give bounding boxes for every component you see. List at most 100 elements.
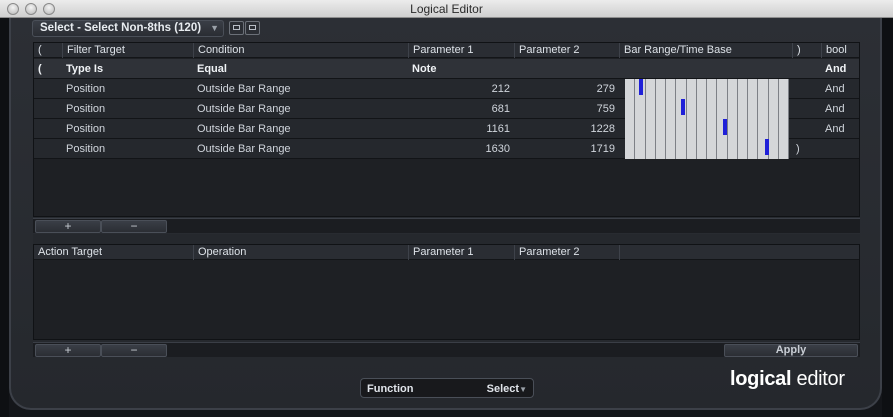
filter-target[interactable]: Position xyxy=(62,99,193,119)
filter-parameter-2[interactable]: 1228 xyxy=(514,119,619,139)
filter-open-paren[interactable] xyxy=(34,119,62,139)
bar-range-cell[interactable] xyxy=(717,79,728,99)
bar-range-cell[interactable] xyxy=(768,119,779,139)
col-parameter-2[interactable]: Parameter 2 xyxy=(514,43,619,58)
bar-range-cell[interactable] xyxy=(666,79,677,99)
bar-range-cell[interactable] xyxy=(635,139,646,159)
filter-parameter-1[interactable]: 1630 xyxy=(408,139,514,159)
bar-range-cell[interactable] xyxy=(707,99,718,119)
bar-range-cell[interactable] xyxy=(635,99,646,119)
filter-parameter-2[interactable] xyxy=(514,59,619,79)
filter-target[interactable]: Type Is xyxy=(62,59,193,79)
bar-range-cell[interactable] xyxy=(696,139,707,159)
bar-range-cell[interactable] xyxy=(686,139,697,159)
bar-range-cell[interactable] xyxy=(748,79,759,99)
bar-range-cell[interactable] xyxy=(737,119,748,139)
bar-range-cell[interactable] xyxy=(645,99,656,119)
bar-range-selection[interactable] xyxy=(639,79,643,95)
col-action-target[interactable]: Action Target xyxy=(34,245,193,260)
col-operation[interactable]: Operation xyxy=(193,245,408,260)
bar-range-selection[interactable] xyxy=(681,99,685,115)
filter-close-paren[interactable] xyxy=(792,99,821,119)
filter-row[interactable]: Position Outside Bar Range 1161 1228 And xyxy=(34,119,859,139)
filter-open-paren[interactable] xyxy=(34,139,62,159)
remove-preset-button[interactable] xyxy=(245,21,260,35)
col-action-parameter-2[interactable]: Parameter 2 xyxy=(514,245,619,260)
bar-range-cell[interactable] xyxy=(778,99,789,119)
filter-row[interactable]: Position Outside Bar Range 212 279 And xyxy=(34,79,859,99)
bar-range-cell[interactable] xyxy=(727,119,738,139)
filter-bool[interactable]: And xyxy=(821,119,861,139)
bar-range-selection[interactable] xyxy=(723,119,727,135)
bar-range-editor[interactable] xyxy=(621,139,789,159)
bar-range-cell[interactable] xyxy=(696,99,707,119)
bar-range-cell[interactable] xyxy=(727,99,738,119)
bar-range-selection[interactable] xyxy=(765,139,769,155)
bar-range-cell[interactable] xyxy=(778,79,789,99)
col-condition[interactable]: Condition xyxy=(193,43,408,58)
bar-range-editor[interactable] xyxy=(621,79,789,99)
remove-action-button[interactable]: − xyxy=(101,344,167,357)
filter-parameter-1[interactable]: 1161 xyxy=(408,119,514,139)
bar-range-cell[interactable] xyxy=(676,139,687,159)
bar-range-cell[interactable] xyxy=(778,139,789,159)
bar-range-cell[interactable] xyxy=(686,79,697,99)
bar-range-cell[interactable] xyxy=(645,119,656,139)
bar-range-cell[interactable] xyxy=(666,119,677,139)
filter-open-paren[interactable] xyxy=(34,79,62,99)
bar-range-editor[interactable] xyxy=(621,119,789,139)
filter-condition[interactable]: Outside Bar Range xyxy=(193,99,408,119)
bar-range-cell[interactable] xyxy=(758,79,769,99)
col-parameter-1[interactable]: Parameter 1 xyxy=(408,43,514,58)
filter-target[interactable]: Position xyxy=(62,139,193,159)
col-action-parameter-1[interactable]: Parameter 1 xyxy=(408,245,514,260)
bar-range-cell[interactable] xyxy=(696,119,707,139)
filter-open-paren[interactable]: ( xyxy=(34,59,62,79)
filter-close-paren[interactable] xyxy=(792,59,821,79)
bar-range-cell[interactable] xyxy=(768,79,779,99)
bar-range-cell[interactable] xyxy=(768,139,779,159)
bar-range-cell[interactable] xyxy=(727,79,738,99)
bar-range-cell[interactable] xyxy=(676,119,687,139)
filter-parameter-2[interactable]: 1719 xyxy=(514,139,619,159)
function-selector[interactable]: Function Select▼ xyxy=(360,378,534,398)
col-bar-range[interactable]: Bar Range/Time Base xyxy=(619,43,792,58)
bar-range-cell[interactable] xyxy=(655,99,666,119)
bar-range-cell[interactable] xyxy=(686,119,697,139)
bar-range-cell[interactable] xyxy=(625,139,636,159)
bar-range-cell[interactable] xyxy=(737,79,748,99)
bar-range-cell[interactable] xyxy=(625,79,636,99)
bar-range-editor[interactable] xyxy=(621,99,789,119)
bar-range-cell[interactable] xyxy=(707,119,718,139)
col-open-paren[interactable]: ( xyxy=(34,43,62,58)
preset-selector[interactable]: Select - Select Non-8ths (120) ▼ xyxy=(32,20,224,37)
filter-condition[interactable]: Outside Bar Range xyxy=(193,119,408,139)
bar-range-cell[interactable] xyxy=(737,99,748,119)
bar-range-cell[interactable] xyxy=(707,139,718,159)
filter-target[interactable]: Position xyxy=(62,79,193,99)
bar-range-cell[interactable] xyxy=(666,99,677,119)
filter-row[interactable]: (Type Is Equal Note And xyxy=(34,59,859,79)
add-filter-button[interactable]: + xyxy=(35,220,101,233)
bar-range-cell[interactable] xyxy=(645,79,656,99)
filter-condition[interactable]: Outside Bar Range xyxy=(193,139,408,159)
filter-close-paren[interactable] xyxy=(792,79,821,99)
bar-range-cell[interactable] xyxy=(696,79,707,99)
bar-range-cell[interactable] xyxy=(645,139,656,159)
filter-parameter-2[interactable]: 279 xyxy=(514,79,619,99)
zoom-window-button[interactable] xyxy=(43,3,55,15)
filter-parameter-1[interactable]: Note xyxy=(408,59,514,79)
filter-close-paren[interactable]: ) xyxy=(792,139,821,159)
bar-range-cell[interactable] xyxy=(655,79,666,99)
bar-range-cell[interactable] xyxy=(686,99,697,119)
bar-range-cell[interactable] xyxy=(758,119,769,139)
bar-range-cell[interactable] xyxy=(778,119,789,139)
col-close-paren[interactable]: ) xyxy=(792,43,821,58)
bar-range-cell[interactable] xyxy=(625,99,636,119)
filter-bool[interactable]: And xyxy=(821,59,861,79)
bar-range-cell[interactable] xyxy=(748,119,759,139)
filter-condition[interactable]: Outside Bar Range xyxy=(193,79,408,99)
add-action-button[interactable]: + xyxy=(35,344,101,357)
bar-range-cell[interactable] xyxy=(707,79,718,99)
filter-parameter-1[interactable]: 681 xyxy=(408,99,514,119)
